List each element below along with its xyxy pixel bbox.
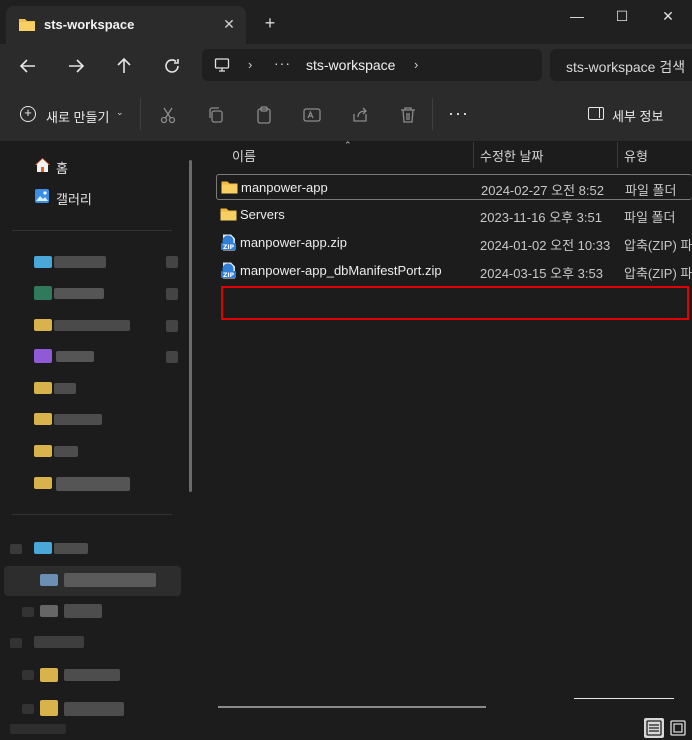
chevron-right-icon[interactable]: › — [414, 57, 418, 72]
breadcrumb-sts-workspace[interactable]: sts-workspace — [306, 57, 395, 73]
plus-icon: + — [20, 106, 36, 122]
file-modified: 2024-03-15 오후 3:53 — [480, 266, 603, 281]
divider — [12, 230, 172, 231]
copy-icon[interactable] — [206, 105, 226, 125]
more-options-button[interactable]: ··· — [448, 104, 469, 122]
table-row[interactable]: Servers 2023-11-16 오후 3:51 파일 폴더 — [216, 202, 692, 228]
zip-icon: ZIP — [221, 262, 236, 279]
zip-icon: ZIP — [221, 234, 236, 251]
sidebar-item-label: 갤러리 — [56, 192, 92, 207]
file-modified: 2023-11-16 오후 3:51 — [480, 210, 602, 225]
search-placeholder: sts-workspace 검색 — [566, 59, 686, 75]
divider — [12, 514, 172, 515]
file-name: manpower-app — [241, 180, 328, 195]
home-icon — [35, 158, 50, 172]
file-modified: 2024-01-02 오전 10:33 — [480, 238, 611, 253]
table-row[interactable]: manpower-app 2024-02-27 오전 8:52 파일 폴더 — [216, 174, 692, 200]
divider — [432, 98, 433, 130]
address-bar[interactable]: › ··· sts-workspace › — [202, 49, 542, 81]
details-label: 세부 정보 — [612, 109, 664, 124]
file-name: manpower-app.zip — [240, 235, 347, 250]
details-view-icon[interactable] — [644, 718, 664, 738]
tiles-view-icon[interactable] — [668, 718, 688, 738]
delete-icon[interactable] — [398, 105, 418, 125]
this-pc-icon[interactable] — [214, 57, 230, 73]
svg-text:ZIP: ZIP — [223, 244, 235, 251]
navigation-pane: 홈 갤러리 — [0, 142, 200, 740]
sort-ascending-icon: ⌃ — [344, 140, 352, 150]
search-input[interactable]: sts-workspace 검색 — [550, 49, 692, 81]
forward-button[interactable] — [64, 54, 88, 78]
annotation-highlight-box — [221, 286, 689, 320]
details-pane-icon — [588, 107, 604, 120]
folder-icon — [221, 181, 238, 194]
svg-text:ZIP: ZIP — [223, 272, 235, 279]
file-list: ⌃ 이름 수정한 날짜 유형 manpower-app 2024-02-27 오… — [200, 140, 692, 740]
sidebar-scrollbar[interactable] — [189, 160, 192, 492]
chevron-down-icon: ⌄ — [116, 107, 124, 117]
new-tab-button[interactable]: + — [260, 13, 280, 33]
file-type: 파일 폴더 — [625, 183, 677, 198]
rename-icon[interactable] — [302, 105, 322, 125]
column-header-name[interactable]: 이름 — [232, 146, 256, 170]
up-button[interactable] — [112, 54, 136, 78]
back-button[interactable] — [16, 54, 40, 78]
folder-icon — [220, 208, 237, 221]
tab-close-icon[interactable]: ✕ — [220, 15, 238, 33]
horizontal-scrollbar[interactable] — [218, 706, 486, 708]
overflow-breadcrumb-button[interactable]: ··· — [274, 55, 291, 71]
refresh-button[interactable] — [160, 54, 184, 78]
minimize-button[interactable]: — — [562, 6, 592, 26]
column-header-modified[interactable]: 수정한 날짜 — [480, 146, 543, 170]
table-row[interactable]: ZIP manpower-app.zip 2024-01-02 오전 10:33… — [216, 230, 692, 256]
cut-icon[interactable] — [158, 105, 178, 125]
sidebar-item-label: 홈 — [56, 161, 68, 176]
title-bar: sts-workspace ✕ + — ☐ ✕ — [0, 0, 692, 44]
file-type: 파일 폴더 — [624, 210, 676, 225]
gallery-icon — [35, 189, 49, 203]
command-bar: + 새로 만들기 ⌄ ··· 세부 정보 — [0, 88, 692, 142]
share-icon[interactable] — [350, 105, 370, 125]
navigation-bar: › ··· sts-workspace › sts-workspace 검색 — [0, 44, 692, 88]
file-type: 압축(ZIP) 파 — [624, 238, 692, 253]
column-divider[interactable] — [617, 142, 618, 168]
folder-icon — [19, 19, 35, 31]
column-divider[interactable] — [473, 142, 474, 168]
close-window-button[interactable]: ✕ — [653, 6, 683, 26]
column-header-type[interactable]: 유형 — [624, 146, 648, 170]
maximize-button[interactable]: ☐ — [607, 6, 637, 26]
file-type: 압축(ZIP) 파 — [624, 266, 692, 281]
file-modified: 2024-02-27 오전 8:52 — [481, 183, 604, 198]
scroll-indicator — [574, 698, 674, 699]
divider — [140, 98, 141, 130]
paste-icon[interactable] — [254, 105, 274, 125]
chevron-right-icon[interactable]: › — [248, 57, 252, 72]
tab-title: sts-workspace — [44, 17, 135, 32]
table-row[interactable]: ZIP manpower-app_dbManifestPort.zip 2024… — [216, 258, 692, 284]
view-toggle — [642, 716, 690, 738]
file-name: manpower-app_dbManifestPort.zip — [240, 263, 442, 278]
new-button-label: 새로 만들기 — [46, 110, 110, 125]
tab-sts-workspace[interactable]: sts-workspace ✕ — [6, 6, 246, 44]
file-name: Servers — [240, 207, 285, 222]
